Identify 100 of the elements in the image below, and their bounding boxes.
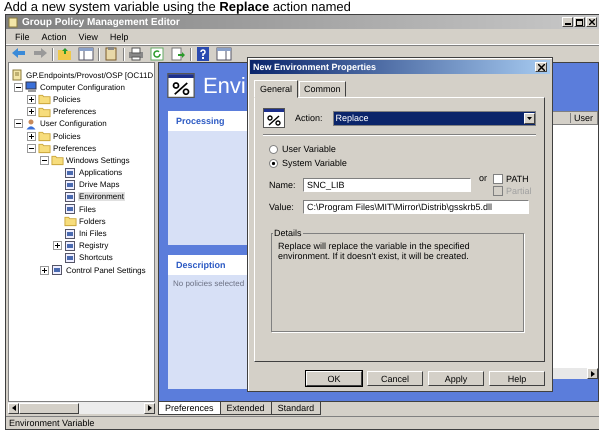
status-text: Environment Variable (9, 418, 94, 428)
action-label: Action: (295, 113, 323, 123)
right-arrow-icon (148, 405, 152, 411)
collapse-icon[interactable] (14, 119, 23, 128)
page-heading: Envi (203, 72, 246, 98)
document-icon (64, 240, 76, 252)
tree-item[interactable]: Ini Files (78, 229, 108, 238)
document-icon (64, 190, 76, 203)
tree-item[interactable]: Applications (78, 168, 124, 178)
expand-icon[interactable] (27, 94, 36, 104)
tree-item[interactable]: Registry (78, 241, 110, 250)
action-dropdown[interactable]: Replace (332, 110, 536, 126)
tree-item[interactable]: Files (78, 204, 97, 214)
expand-icon[interactable] (27, 107, 36, 116)
document-icon (64, 228, 76, 240)
close-icon (588, 19, 594, 25)
panel-text: No policies selected (172, 278, 246, 290)
scroll-thumb[interactable] (19, 402, 79, 414)
toolbar-button[interactable] (127, 46, 145, 62)
radio-button[interactable]: User Variable (269, 144, 536, 154)
toolbar-button[interactable] (148, 46, 166, 62)
scroll-icon (11, 69, 23, 82)
maximize-icon (576, 18, 583, 26)
collapse-icon[interactable] (40, 156, 49, 165)
menu-item[interactable]: View (72, 32, 104, 42)
tree-item[interactable]: Environment (78, 192, 125, 202)
minimize-button[interactable] (562, 17, 573, 27)
computer-icon (25, 81, 38, 94)
scroll-icon (8, 16, 18, 28)
window-pane-icon (216, 46, 232, 62)
horizontal-scrollbar[interactable] (8, 402, 155, 414)
menu-item[interactable]: File (9, 32, 36, 42)
value-field[interactable]: C:\Program Files\MIT\Mirror\Distrib\gsskrb5.dll (303, 200, 529, 214)
scroll-right-button[interactable] (144, 402, 155, 414)
tree-item[interactable]: GP.Endpoints/Provost/OSP [OC11D (25, 70, 154, 80)
dialog-button[interactable]: OK (306, 371, 362, 386)
scroll-right-button[interactable] (587, 368, 598, 379)
expand-icon[interactable] (53, 241, 62, 250)
dialog-button[interactable]: Apply (428, 371, 484, 386)
dialog-tab[interactable]: General (254, 80, 298, 98)
tree-item[interactable]: Windows Settings (65, 156, 131, 165)
help-icon (195, 46, 211, 62)
tree-item[interactable]: Shortcuts (78, 253, 114, 262)
left-arrow-icon (12, 405, 16, 411)
view-tab[interactable]: Extended (220, 402, 272, 415)
collapse-icon[interactable] (14, 82, 23, 92)
close-button[interactable] (535, 62, 547, 72)
close-icon (538, 64, 544, 70)
tree-item[interactable]: Preferences (52, 107, 98, 116)
checkbox[interactable]: PATH (493, 173, 532, 185)
close-button[interactable] (586, 17, 597, 27)
tree-item[interactable]: Policies (52, 94, 82, 104)
view-tab[interactable]: Preferences (158, 402, 221, 415)
details-title: Details (273, 228, 303, 238)
tree-item[interactable]: Drive Maps (78, 180, 120, 190)
maximize-button[interactable] (574, 17, 585, 27)
document-icon (51, 264, 63, 276)
tree-item[interactable]: Preferences (52, 144, 98, 153)
right-arrow-icon (590, 370, 594, 376)
collapse-icon[interactable] (27, 144, 36, 153)
toolbar-button[interactable] (215, 46, 233, 62)
toolbar-button[interactable] (194, 46, 212, 62)
tree-item[interactable]: User Configuration (39, 119, 108, 128)
expand-icon[interactable] (40, 266, 49, 275)
document-icon (64, 203, 76, 216)
radio-button[interactable]: System Variable (269, 158, 536, 168)
tree-item[interactable]: Control Panel Settings (65, 266, 147, 275)
dialog-tab[interactable]: Common (299, 81, 346, 97)
scroll-left-button[interactable] (8, 402, 19, 414)
document-icon (64, 166, 76, 179)
toolbar-button[interactable] (77, 46, 95, 62)
window-title: Group Policy Management Editor (22, 16, 180, 28)
folder-up-icon (57, 46, 73, 62)
view-tab[interactable]: Standard (270, 402, 322, 415)
percent-icon (263, 108, 285, 128)
caption-text: Add a new system variable using the Replace action named (3, 0, 352, 14)
folder-icon (64, 215, 77, 228)
user-icon (25, 118, 38, 130)
menu-item[interactable]: Help (104, 32, 134, 42)
document-icon (64, 178, 76, 191)
horizontal-scrollbar[interactable] (553, 368, 598, 379)
folder-icon (38, 106, 51, 118)
menu-item[interactable]: Action (36, 32, 73, 42)
dialog-button[interactable]: Help (489, 371, 545, 386)
name-field[interactable]: SNC_LIB (303, 178, 471, 192)
folder-icon (38, 142, 51, 154)
dropdown-arrow-icon (527, 116, 532, 120)
folder-icon (51, 154, 64, 166)
folder-icon (38, 93, 51, 106)
tree-item[interactable]: Computer Configuration (39, 82, 126, 92)
folder-icon (38, 130, 51, 142)
dialog-button[interactable]: Cancel (367, 371, 423, 386)
tree-item[interactable]: Policies (52, 132, 82, 141)
percent-icon (167, 73, 195, 98)
column-header[interactable]: User (570, 113, 597, 123)
document-icon (64, 252, 76, 264)
expand-icon[interactable] (27, 132, 36, 141)
value-label: Value: (269, 202, 295, 212)
tree-item[interactable]: Folders (78, 216, 107, 226)
toolbar-button[interactable] (169, 46, 187, 62)
